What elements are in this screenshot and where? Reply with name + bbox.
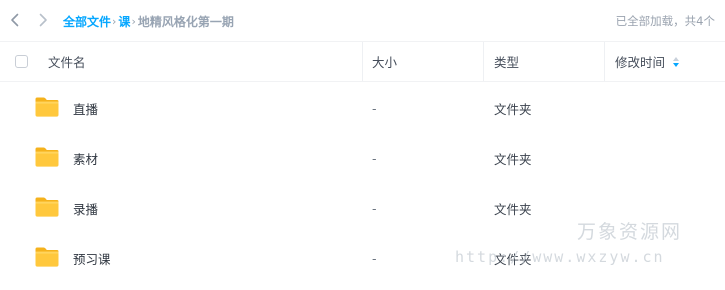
select-all-checkbox[interactable] — [15, 55, 28, 68]
top-bar: 全部文件 › 课 › 地精风格化第一期 已全部加载，共4个 — [0, 0, 725, 41]
chevron-right-icon — [39, 13, 47, 27]
table-row[interactable]: 素材 - 文件夹 — [0, 133, 725, 183]
watermark-title: 万象资源网 — [577, 221, 683, 243]
sort-arrows-icon[interactable] — [672, 56, 680, 68]
folder-icon — [35, 97, 59, 117]
column-header-type[interactable]: 类型 — [494, 42, 519, 81]
file-size: - — [372, 200, 377, 216]
watermark-url: http://www.wxzyw.cn — [455, 248, 665, 266]
forward-button[interactable] — [35, 12, 51, 28]
file-name[interactable]: 录播 — [73, 183, 98, 233]
breadcrumb: 全部文件 › 课 › 地精风格化第一期 — [63, 12, 234, 30]
column-divider[interactable] — [362, 42, 363, 81]
column-header-mtime[interactable]: 修改时间 — [615, 42, 665, 81]
file-size: - — [372, 100, 377, 116]
file-type: 文件夹 — [494, 151, 532, 167]
folder-icon — [35, 247, 59, 267]
file-name[interactable]: 直播 — [73, 83, 98, 133]
breadcrumb-root[interactable]: 全部文件 — [63, 13, 111, 30]
column-divider[interactable] — [483, 42, 484, 81]
file-name[interactable]: 素材 — [73, 133, 98, 183]
table-header: 文件名 大小 类型 修改时间 — [0, 41, 725, 82]
column-header-name[interactable]: 文件名 — [48, 42, 86, 81]
file-browser: 全部文件 › 课 › 地精风格化第一期 已全部加载，共4个 文件名 大小 类型 … — [0, 0, 725, 290]
column-divider[interactable] — [604, 42, 605, 81]
folder-icon — [35, 147, 59, 167]
load-status: 已全部加载，共4个 — [615, 14, 715, 28]
file-name[interactable]: 预习课 — [73, 233, 111, 283]
table-row[interactable]: 直播 - 文件夹 — [0, 83, 725, 133]
breadcrumb-level1[interactable]: 课 — [118, 13, 130, 30]
file-size: - — [372, 150, 377, 166]
breadcrumb-separator: › — [131, 14, 136, 28]
folder-icon — [35, 197, 59, 217]
file-type: 文件夹 — [494, 101, 532, 117]
column-header-size[interactable]: 大小 — [372, 42, 397, 81]
back-button[interactable] — [7, 12, 23, 28]
file-size: - — [372, 250, 377, 266]
breadcrumb-separator: › — [112, 14, 117, 28]
chevron-left-icon — [11, 13, 19, 27]
file-type: 文件夹 — [494, 201, 532, 217]
breadcrumb-current: 地精风格化第一期 — [137, 14, 234, 29]
